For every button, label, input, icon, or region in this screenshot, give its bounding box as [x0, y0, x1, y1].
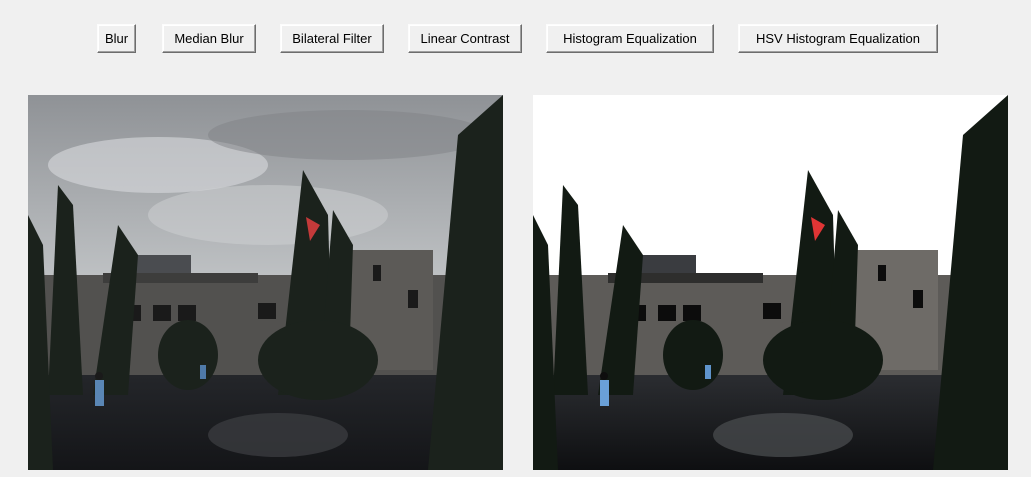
processed-image [533, 95, 1008, 470]
person [95, 380, 104, 406]
hsv-histogram-equalization-button[interactable]: HSV Histogram Equalization [738, 24, 938, 53]
blur-button[interactable]: Blur [97, 24, 136, 53]
median-blur-button[interactable]: Median Blur [162, 24, 256, 53]
linear-contrast-button[interactable]: Linear Contrast [408, 24, 522, 53]
original-image [28, 95, 503, 470]
bilateral-filter-button[interactable]: Bilateral Filter [280, 24, 384, 53]
person [600, 380, 609, 406]
histogram-equalization-button[interactable]: Histogram Equalization [546, 24, 714, 53]
